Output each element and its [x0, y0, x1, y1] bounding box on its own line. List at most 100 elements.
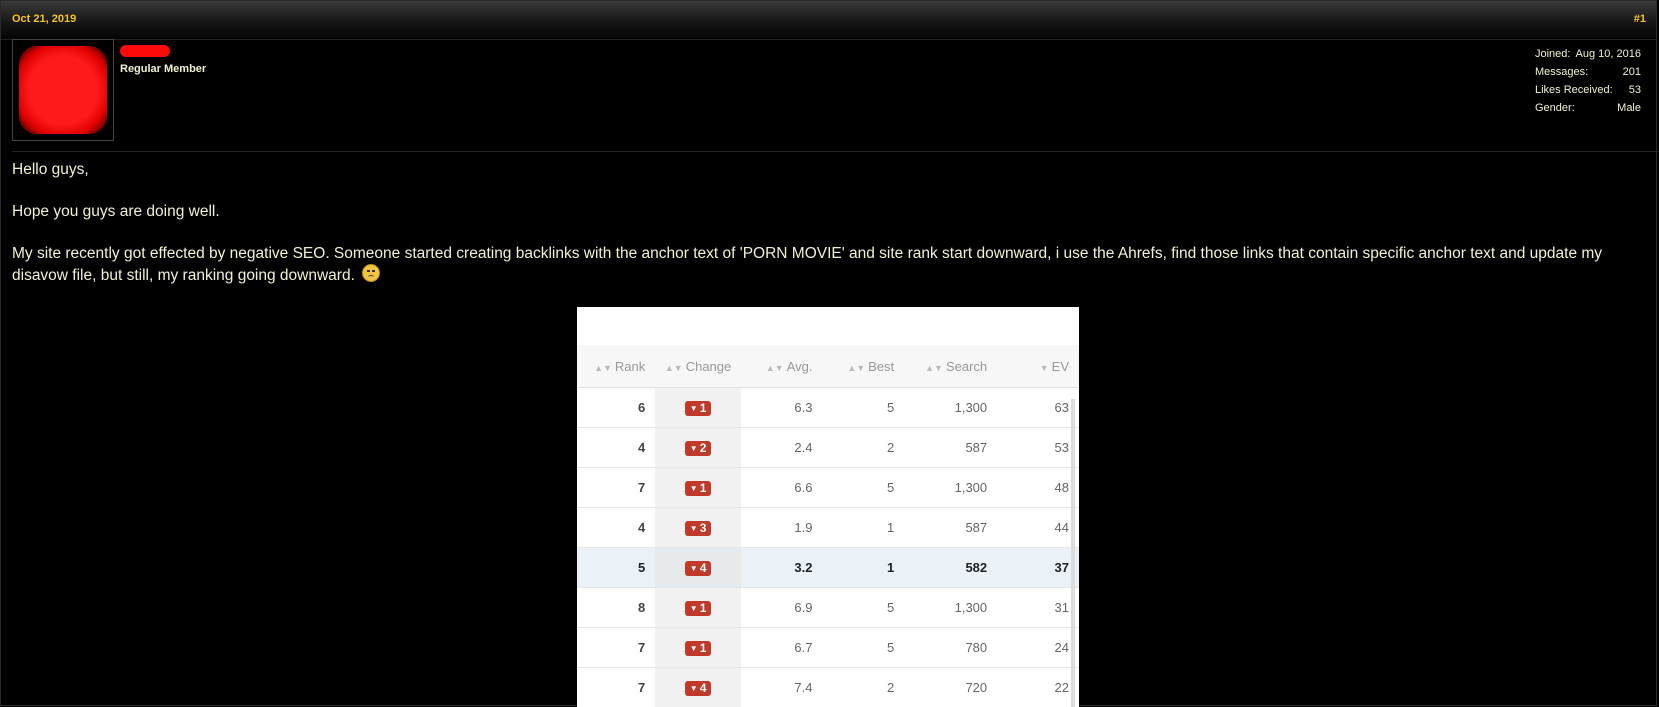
stat-gender: Gender:Male	[1535, 99, 1641, 117]
ev-cell: 63	[997, 388, 1079, 428]
search-cell: 1,300	[904, 468, 997, 508]
ev-cell: 48	[997, 468, 1079, 508]
search-cell: 780	[904, 628, 997, 668]
rank-cell: 4	[577, 508, 655, 548]
stat-messages: Messages:201	[1535, 63, 1641, 81]
rank-cell: 7	[577, 468, 655, 508]
avg-cell: 6.9	[741, 588, 823, 628]
avg-cell: 6.6	[741, 468, 823, 508]
best-cell: 1	[822, 548, 904, 588]
arrow-down-icon: ▼	[690, 484, 698, 493]
ev-cell: 44	[997, 508, 1079, 548]
avg-cell: 6.7	[741, 628, 823, 668]
ev-cell: 53	[997, 428, 1079, 468]
post-header: Oct 21, 2019 #1	[1, 1, 1656, 40]
change-down-badge: ▼1	[685, 641, 712, 656]
best-cell: 1	[822, 508, 904, 548]
post-body: Hello guys, Hope you guys are doing well…	[12, 159, 1616, 307]
ev-cell: 22	[997, 668, 1079, 707]
rank-cell: 8	[577, 588, 655, 628]
stat-joined: Joined:Aug 10, 2016	[1535, 45, 1641, 63]
sort-desc-icon: ▼	[1040, 363, 1049, 373]
best-cell: 2	[822, 428, 904, 468]
column-ev[interactable]: ▼EV	[997, 345, 1079, 388]
redacted-avatar-image	[19, 46, 107, 134]
avg-cell: 2.4	[741, 428, 823, 468]
user-info: Regular Member Joined:Aug 10, 2016 Messa…	[12, 39, 1659, 152]
arrow-down-icon: ▼	[690, 684, 698, 693]
avg-cell: 6.3	[741, 388, 823, 428]
column-rank[interactable]: ▲▼Rank	[577, 345, 655, 388]
paragraph-greeting: Hello guys,	[12, 159, 1616, 180]
best-cell: 5	[822, 388, 904, 428]
table-row[interactable]: 5▼43.2158237	[577, 548, 1079, 588]
change-cell: ▼3	[655, 508, 741, 548]
ev-cell: 31	[997, 588, 1079, 628]
rank-cell: 4	[577, 428, 655, 468]
avg-cell: 3.2	[741, 548, 823, 588]
arrow-down-icon: ▼	[690, 564, 698, 573]
rank-cell: 5	[577, 548, 655, 588]
change-cell: ▼2	[655, 428, 741, 468]
rankings-screenshot: ▲▼Rank ▲▼Change ▲▼Avg. ▲▼Best ▲▼Search ▼…	[577, 307, 1079, 707]
best-cell: 5	[822, 468, 904, 508]
arrow-down-icon: ▼	[690, 404, 698, 413]
avatar[interactable]	[12, 39, 114, 141]
change-cell: ▼1	[655, 588, 741, 628]
change-cell: ▼1	[655, 388, 741, 428]
table-header-row: ▲▼Rank ▲▼Change ▲▼Avg. ▲▼Best ▲▼Search ▼…	[577, 345, 1079, 388]
sort-icon: ▲▼	[847, 363, 865, 373]
table-row[interactable]: 7▼47.4272022	[577, 668, 1079, 707]
arrow-down-icon: ▼	[690, 604, 698, 613]
user-stats: Joined:Aug 10, 2016 Messages:201 Likes R…	[1535, 45, 1641, 117]
change-cell: ▼4	[655, 548, 741, 588]
change-down-badge: ▼1	[685, 601, 712, 616]
rank-cell: 6	[577, 388, 655, 428]
table-row[interactable]: 7▼16.7578024	[577, 628, 1079, 668]
change-down-badge: ▼3	[685, 521, 712, 536]
search-cell: 1,300	[904, 388, 997, 428]
change-down-badge: ▼2	[685, 441, 712, 456]
arrow-down-icon: ▼	[690, 524, 698, 533]
table-row[interactable]: 6▼16.351,30063	[577, 388, 1079, 428]
ev-cell: 24	[997, 628, 1079, 668]
avg-cell: 7.4	[741, 668, 823, 707]
table-row[interactable]: 4 ▼3 1.9158744	[577, 508, 1079, 548]
change-down-badge: ▼4	[685, 681, 712, 696]
column-change[interactable]: ▲▼Change	[655, 345, 741, 388]
post-date[interactable]: Oct 21, 2019	[12, 13, 76, 25]
best-cell: 5	[822, 628, 904, 668]
column-best[interactable]: ▲▼Best	[822, 345, 904, 388]
search-cell: 587	[904, 508, 997, 548]
rank-cell: 7	[577, 668, 655, 707]
table-scrollbar[interactable]	[1071, 399, 1075, 707]
ev-cell: 37	[997, 548, 1079, 588]
change-down-badge: ▼1	[685, 481, 712, 496]
change-cell: ▼4	[655, 668, 741, 707]
change-cell: ▼1	[655, 468, 741, 508]
search-cell: 587	[904, 428, 997, 468]
table-row[interactable]: 4 ▼2 2.4258753	[577, 428, 1079, 468]
sort-icon: ▲▼	[594, 363, 612, 373]
avg-cell: 1.9	[741, 508, 823, 548]
table-row[interactable]: 8 ▼1 6.951,30031	[577, 588, 1079, 628]
change-cell: ▼1	[655, 628, 741, 668]
arrow-down-icon: ▼	[690, 444, 698, 453]
column-avg[interactable]: ▲▼Avg.	[741, 345, 823, 388]
post-permalink[interactable]: #1	[1634, 13, 1646, 25]
arrow-down-icon: ▼	[690, 644, 698, 653]
worried-face-icon	[362, 264, 380, 282]
paragraph-main: My site recently got effected by negativ…	[12, 243, 1616, 286]
search-cell: 1,300	[904, 588, 997, 628]
sort-icon: ▲▼	[925, 363, 943, 373]
redacted-username[interactable]	[120, 45, 170, 57]
best-cell: 2	[822, 668, 904, 707]
rankings-table: ▲▼Rank ▲▼Change ▲▼Avg. ▲▼Best ▲▼Search ▼…	[577, 345, 1079, 707]
search-cell: 582	[904, 548, 997, 588]
paragraph-wellbeing: Hope you guys are doing well.	[12, 201, 1616, 222]
sort-icon: ▲▼	[665, 363, 683, 373]
best-cell: 5	[822, 588, 904, 628]
column-search[interactable]: ▲▼Search	[904, 345, 997, 388]
table-row[interactable]: 7 ▼1 6.651,30048	[577, 468, 1079, 508]
forum-post: Oct 21, 2019 #1 Regular Member Joined:Au…	[0, 0, 1657, 706]
